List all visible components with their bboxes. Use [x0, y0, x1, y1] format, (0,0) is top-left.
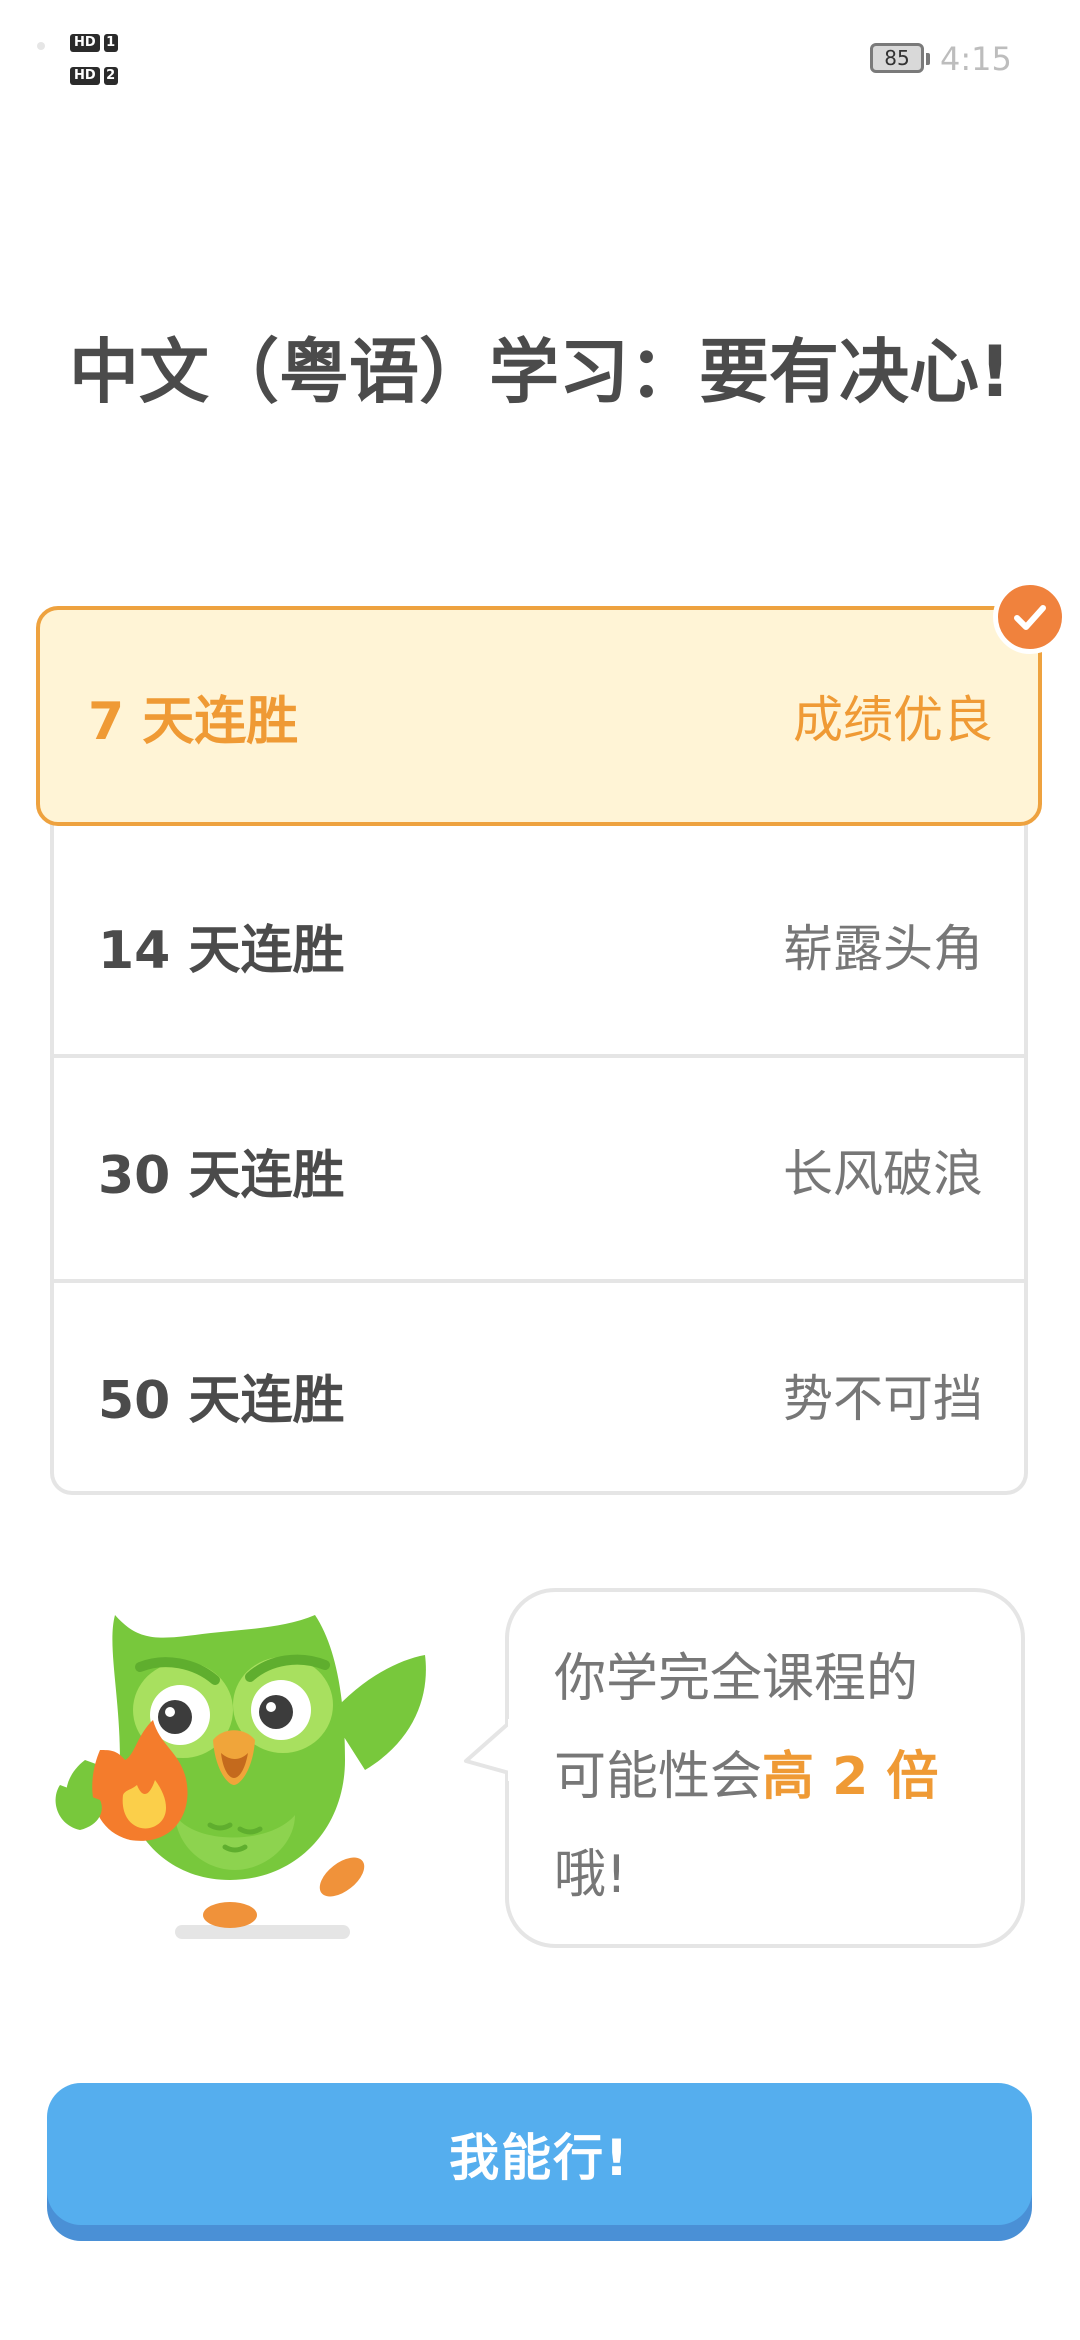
battery-level: 85 — [884, 46, 910, 70]
bubble-line-2-prefix: 可能性会 — [554, 1747, 763, 1807]
check-icon — [993, 580, 1067, 654]
streak-option-7[interactable]: 7 天连胜 成绩优良 — [36, 606, 1042, 826]
streak-option-label: 14 天连胜 — [98, 920, 345, 981]
owl-mascot-icon — [55, 1615, 426, 1939]
streak-option-tag: 崭露头角 — [783, 920, 983, 978]
hd1-indicator: HD 1 — [70, 32, 118, 54]
i-can-do-it-button[interactable]: 我能行! — [47, 2083, 1032, 2225]
streak-option-14[interactable]: 14 天连胜 崭露头角 — [50, 833, 1028, 1057]
streak-option-label: 7 天连胜 — [88, 691, 299, 752]
streak-option-tag: 势不可挡 — [783, 1370, 983, 1428]
bubble-highlight: 高 2 倍 — [762, 1747, 939, 1807]
bubble-line-3: 哦! — [554, 1845, 627, 1905]
hd2-label: HD — [70, 67, 100, 85]
hd2-number: 2 — [103, 67, 118, 85]
notification-dot — [37, 42, 45, 50]
streak-option-label: 30 天连胜 — [98, 1145, 345, 1206]
streak-option-50[interactable]: 50 天连胜 势不可挡 — [50, 1283, 1028, 1507]
streak-option-tag: 长风破浪 — [783, 1145, 983, 1203]
streak-option-tag: 成绩优良 — [793, 691, 993, 749]
speech-bubble: 你学完全课程的 可能性会高 2 倍 哦! — [505, 1588, 1025, 1948]
streak-option-30[interactable]: 30 天连胜 长风破浪 — [50, 1058, 1028, 1282]
screen: HD 1 HD 2 85 4:15 中文（粤语）学习：要有决心! 7 天连胜 成… — [0, 0, 1080, 2340]
hd1-number: 1 — [103, 34, 118, 52]
bubble-line-1: 你学完全课程的 — [554, 1649, 919, 1709]
status-bar: HD 1 HD 2 85 4:15 — [0, 0, 1080, 120]
page-title: 中文（粤语）学习：要有决心! — [69, 331, 1011, 413]
hd1-label: HD — [70, 34, 100, 52]
bubble-line-2: 可能性会高 2 倍 — [554, 1728, 981, 1826]
speech-bubble-tail-icon — [464, 1719, 518, 1781]
battery-icon: 85 — [870, 43, 930, 73]
hd2-indicator: HD 2 — [70, 65, 118, 87]
streak-option-label: 50 天连胜 — [98, 1370, 345, 1431]
clock: 4:15 — [940, 40, 1012, 78]
